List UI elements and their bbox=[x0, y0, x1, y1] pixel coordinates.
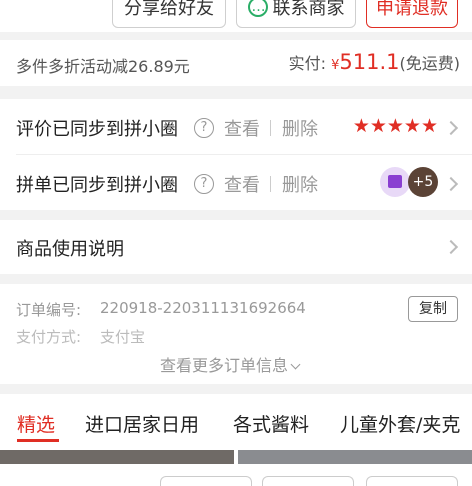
paid-amount: 实付: ¥511.1(免运费) bbox=[289, 50, 460, 74]
order-actions-bar: 分享给好友 联系商家 申请退款 bbox=[0, 0, 472, 32]
order-number-label: 订单编号: bbox=[16, 301, 82, 319]
group-view-link[interactable]: 查看 bbox=[224, 171, 260, 197]
refund-button[interactable]: 申请退款 bbox=[366, 0, 458, 28]
share-button-label: 分享给好友 bbox=[124, 0, 214, 19]
product-feed bbox=[0, 450, 472, 486]
chat-bubble-icon bbox=[247, 0, 268, 23]
group-delete-link[interactable]: 删除 bbox=[282, 171, 318, 197]
contact-button-label: 联系商家 bbox=[272, 0, 345, 19]
sync-card: 评价已同步到拼小圈 ? 查看 删除 ★★★★★ 拼单已同步到拼小圈 ? 查看 删… bbox=[0, 99, 472, 210]
contact-merchant-button[interactable]: 联系商家 bbox=[236, 0, 356, 28]
payment-summary: 多件多折活动减26.89元 实付: ¥511.1(免运费) bbox=[0, 40, 472, 86]
help-icon[interactable]: ? bbox=[194, 174, 214, 194]
review-view-link[interactable]: 查看 bbox=[224, 115, 260, 141]
rating-stars: ★★★★★ bbox=[352, 115, 438, 137]
manual-title: 商品使用说明 bbox=[16, 239, 124, 260]
chevron-right-icon bbox=[443, 239, 459, 255]
chevron-down-icon bbox=[290, 359, 301, 370]
order-info: 订单编号: 220918-220311131692664 复制 支付方式: 支付… bbox=[0, 284, 472, 384]
tab-sauces[interactable]: 各式酱料 bbox=[233, 410, 309, 437]
discount-label: 多件多折活动减26.89元 bbox=[16, 57, 190, 76]
product-manual-row[interactable]: 商品使用说明 bbox=[0, 220, 472, 274]
more-order-info-label: 查看更多订单信息 bbox=[160, 356, 289, 375]
copy-button[interactable]: 复制 bbox=[408, 296, 458, 322]
product-tag bbox=[160, 476, 252, 486]
tab-featured[interactable]: 精选 bbox=[17, 410, 55, 437]
active-tab-indicator bbox=[17, 439, 59, 442]
link-separator bbox=[270, 120, 271, 136]
help-icon[interactable]: ? bbox=[194, 118, 214, 138]
shipping-note: (免运费) bbox=[399, 54, 461, 73]
chevron-right-icon[interactable] bbox=[443, 120, 459, 136]
order-number: 220918-220311131692664 bbox=[100, 299, 306, 317]
avatar[interactable] bbox=[380, 167, 410, 197]
link-separator bbox=[270, 176, 271, 192]
more-order-info-link[interactable]: 查看更多订单信息 bbox=[160, 352, 301, 376]
review-delete-link[interactable]: 删除 bbox=[282, 115, 318, 141]
product-tag bbox=[366, 476, 458, 486]
review-sync-title: 评价已同步到拼小圈 bbox=[16, 119, 178, 140]
payment-method-label: 支付方式: bbox=[16, 328, 82, 346]
row-divider bbox=[16, 154, 472, 155]
more-members-badge[interactable]: +5 bbox=[408, 167, 438, 197]
tab-kids-jackets[interactable]: 儿童外套/夹克 bbox=[340, 410, 460, 437]
paid-label: 实付: bbox=[288, 54, 326, 73]
chevron-right-icon[interactable] bbox=[443, 176, 459, 192]
tab-imported-home[interactable]: 进口居家日用 bbox=[85, 410, 199, 437]
share-button[interactable]: 分享给好友 bbox=[112, 0, 226, 28]
product-thumbnail[interactable] bbox=[0, 450, 234, 464]
category-tabs: 精选 进口居家日用 各式酱料 儿童外套/夹克 bbox=[0, 394, 472, 450]
product-tag bbox=[262, 476, 354, 486]
group-sync-title: 拼单已同步到拼小圈 bbox=[16, 175, 178, 196]
refund-button-label: 申请退款 bbox=[376, 0, 448, 19]
product-thumbnail[interactable] bbox=[238, 450, 472, 464]
paid-price: 511.1 bbox=[339, 50, 400, 74]
payment-method-value: 支付宝 bbox=[100, 328, 146, 346]
